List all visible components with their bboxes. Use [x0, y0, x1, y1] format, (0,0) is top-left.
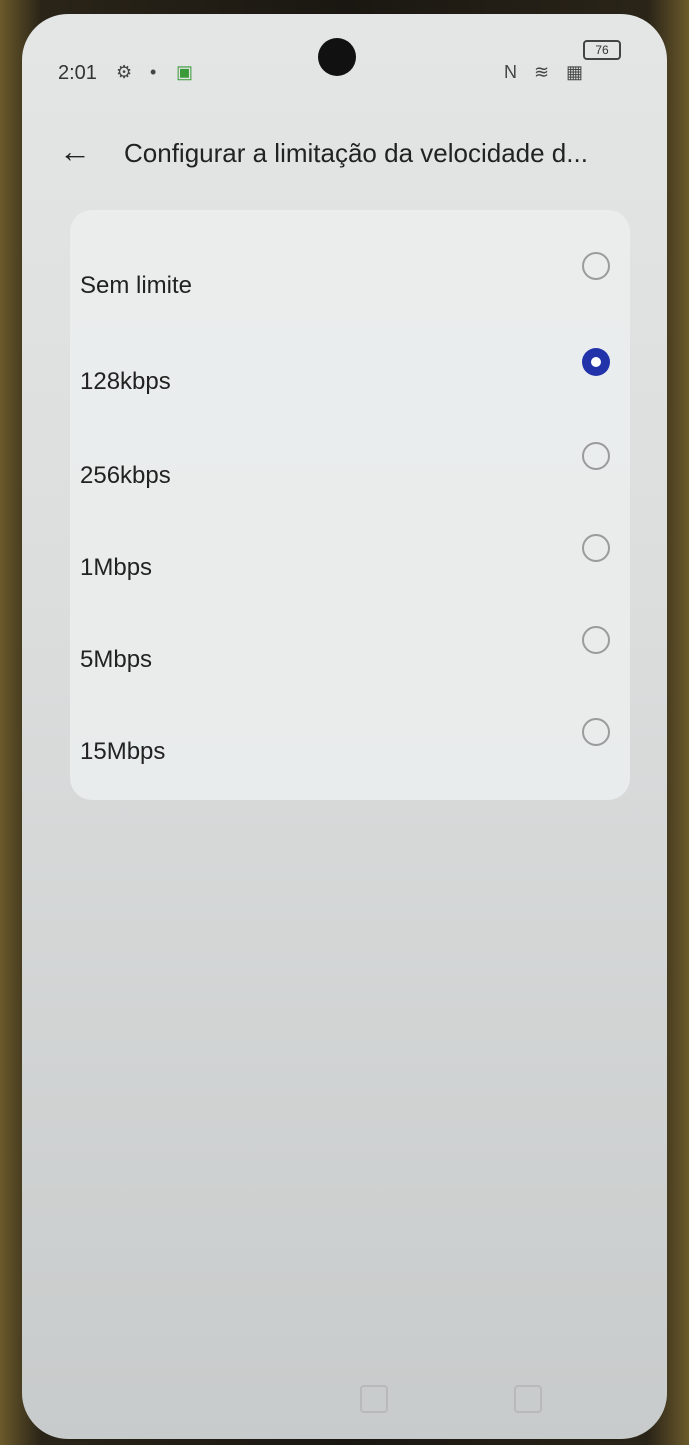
option-256kbps[interactable]: 256kbps — [80, 422, 620, 500]
notification-icon: • — [150, 62, 157, 82]
radio-button[interactable] — [582, 626, 610, 654]
settings-icon: ⚙ — [116, 62, 133, 82]
nfc-icon: N — [504, 62, 517, 82]
radio-button[interactable] — [582, 252, 610, 280]
home-button[interactable] — [360, 1385, 388, 1413]
phone-screen: 2:01 ⚙ • ▣ N ≋ ▦ 76 ← Configurar a limit… — [22, 14, 667, 1439]
option-label: 15Mbps — [80, 738, 166, 765]
radio-button-selected[interactable] — [582, 348, 610, 376]
option-128kbps[interactable]: 128kbps — [80, 328, 620, 406]
sim-icon: ▦ — [566, 62, 584, 82]
back-arrow-icon[interactable]: ← — [52, 128, 98, 174]
battery-indicator: 76 — [583, 40, 621, 60]
back-button[interactable] — [514, 1385, 542, 1413]
option-label: 5Mbps — [80, 646, 153, 673]
front-camera — [318, 38, 356, 76]
option-15mbps[interactable]: 15Mbps — [80, 698, 620, 776]
option-label: Sem limite — [80, 272, 193, 299]
option-label: 128kbps — [80, 368, 171, 395]
option-label: 1Mbps — [80, 554, 153, 581]
radio-button[interactable] — [582, 718, 610, 746]
header: ← Configurar a limitação da velocidade d… — [52, 126, 652, 176]
option-label: 256kbps — [80, 462, 171, 489]
app-icon: ▣ — [176, 62, 194, 82]
option-sem-limite[interactable]: Sem limite — [80, 232, 620, 310]
page-title: Configurar a limitação da velocidade d..… — [124, 138, 588, 168]
status-time: 2:01 — [58, 62, 97, 84]
speed-limit-options: Sem limite 128kbps 256kbps 1Mbps 5Mbps 1… — [70, 210, 630, 800]
radio-button[interactable] — [582, 534, 610, 562]
option-5mbps[interactable]: 5Mbps — [80, 606, 620, 684]
wifi-icon: ≋ — [534, 62, 550, 82]
radio-button[interactable] — [582, 442, 610, 470]
navigation-bar — [22, 1379, 667, 1419]
option-1mbps[interactable]: 1Mbps — [80, 514, 620, 592]
